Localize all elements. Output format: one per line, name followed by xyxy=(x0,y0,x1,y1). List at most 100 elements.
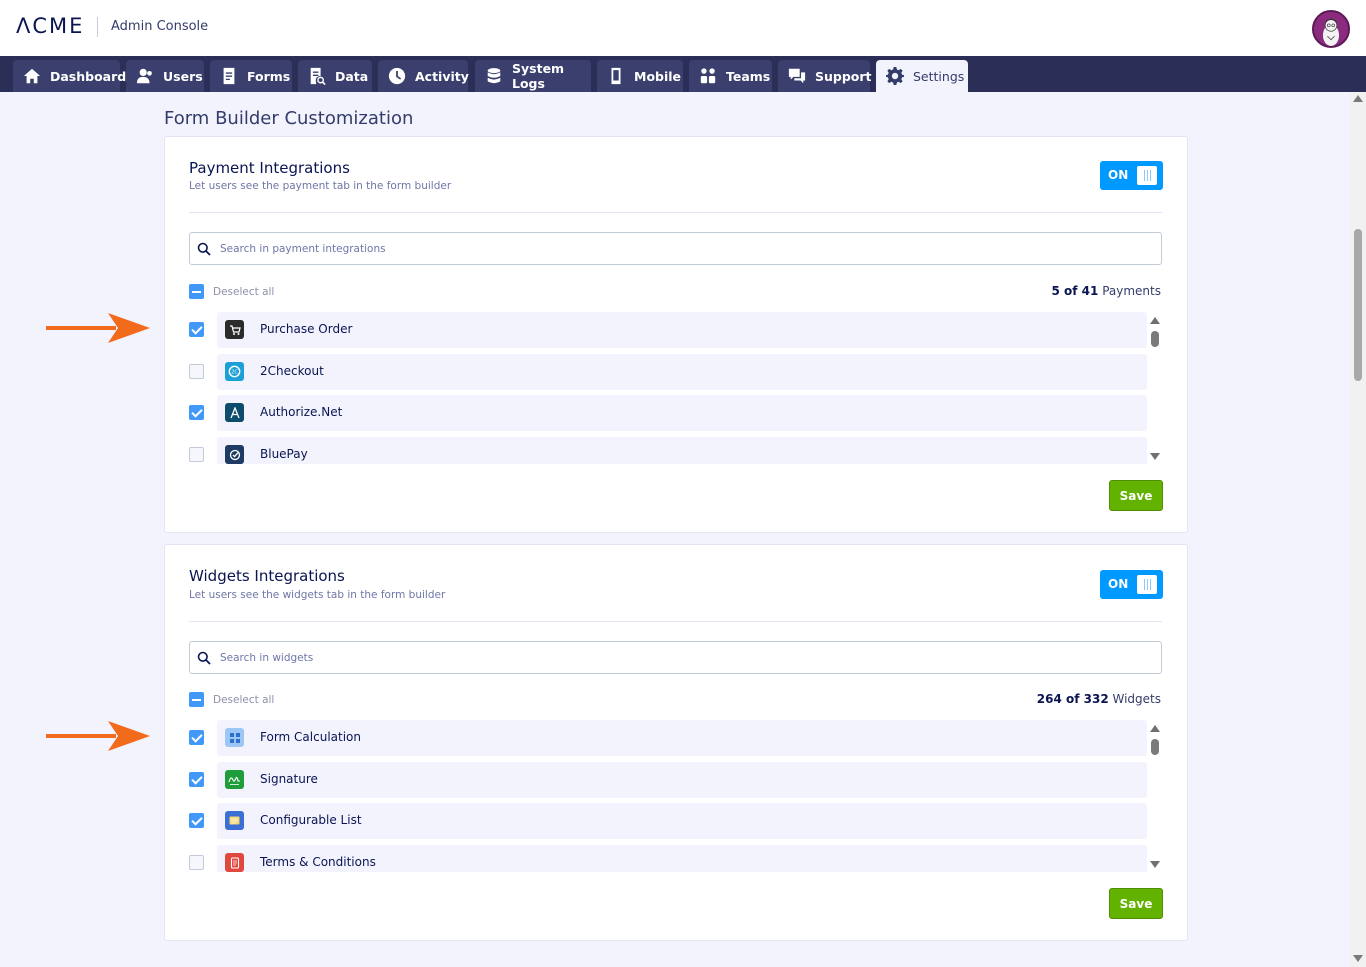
list-item-label: 2Checkout xyxy=(260,364,324,378)
toggle-knob xyxy=(1137,166,1157,185)
tab-users[interactable]: Users xyxy=(126,60,204,92)
list-item-label: BluePay xyxy=(260,447,308,461)
authorize-net-icon xyxy=(225,403,244,422)
item-checkbox[interactable] xyxy=(189,772,204,787)
header-divider xyxy=(97,17,98,37)
card-divider xyxy=(189,212,1162,213)
search-icon xyxy=(197,242,211,256)
list-scrollbar-thumb[interactable] xyxy=(1151,331,1159,347)
tab-settings[interactable]: Settings xyxy=(876,60,968,92)
support-icon xyxy=(788,67,806,85)
tab-forms[interactable]: Forms xyxy=(210,60,292,92)
item-checkbox[interactable] xyxy=(189,813,204,828)
toggle-label: ON xyxy=(1108,168,1129,182)
payment-count-suffix: Payments xyxy=(1098,284,1161,298)
tab-label: System Logs xyxy=(512,61,565,91)
tab-data[interactable]: Data xyxy=(298,60,372,92)
list-scroll-down-icon[interactable] xyxy=(1150,861,1160,868)
item-checkbox[interactable] xyxy=(189,447,204,462)
list-item-body[interactable]: 2C 2Checkout xyxy=(217,354,1147,390)
2checkout-icon: 2C xyxy=(225,362,244,381)
tab-system-logs[interactable]: System Logs xyxy=(475,60,591,92)
tab-label: Data xyxy=(335,68,369,84)
tab-label: Mobile xyxy=(634,68,682,84)
page-scrollbar[interactable] xyxy=(1350,92,1366,967)
list-scroll-up-icon[interactable] xyxy=(1150,725,1160,732)
list-item-label: Authorize.Net xyxy=(260,405,343,419)
terms-icon xyxy=(225,853,244,872)
list-item[interactable]: Signature xyxy=(189,762,1147,798)
payment-integrations-toggle[interactable]: ON xyxy=(1100,161,1163,190)
tab-label: Support xyxy=(815,68,872,84)
widgets-search-input[interactable] xyxy=(220,648,1120,668)
widgets-integrations-card: Widgets Integrations Let users see the w… xyxy=(164,544,1188,941)
tab-mobile[interactable]: Mobile xyxy=(597,60,683,92)
payment-save-button[interactable]: Save xyxy=(1109,480,1163,511)
gear-icon xyxy=(886,67,904,85)
list-item-label: Form Calculation xyxy=(260,730,361,744)
acme-logo[interactable]: ΛCME xyxy=(16,14,84,38)
payment-integrations-subtitle: Let users see the payment tab in the for… xyxy=(189,180,452,192)
item-checkbox[interactable] xyxy=(189,855,204,870)
database-icon xyxy=(485,67,503,85)
widgets-integrations-title: Widgets Integrations xyxy=(189,567,345,585)
tab-support[interactable]: Support xyxy=(778,60,872,92)
list-scrollbar-thumb[interactable] xyxy=(1151,739,1159,755)
card-divider xyxy=(189,621,1162,622)
widgets-save-button[interactable]: Save xyxy=(1109,888,1163,919)
list-item[interactable]: Configurable List xyxy=(189,803,1147,839)
search-icon xyxy=(197,651,211,665)
list-item-body[interactable]: Configurable List xyxy=(217,803,1147,839)
list-item[interactable]: Terms & Conditions xyxy=(189,845,1147,872)
list-item-label: Terms & Conditions xyxy=(260,855,376,869)
list-item-body[interactable]: Authorize.Net xyxy=(217,395,1147,431)
scroll-up-arrow-icon[interactable] xyxy=(1353,95,1363,102)
annotation-arrow-icon xyxy=(46,313,150,343)
list-item[interactable]: Purchase Order xyxy=(189,312,1147,348)
list-item[interactable]: BluePay xyxy=(189,437,1147,464)
mobile-icon xyxy=(607,67,625,85)
teams-icon xyxy=(699,67,717,85)
list-item-body[interactable]: BluePay xyxy=(217,437,1147,464)
payment-integrations-title: Payment Integrations xyxy=(189,159,350,177)
list-item-body[interactable]: Purchase Order xyxy=(217,312,1147,348)
annotation-arrow-icon xyxy=(46,721,150,751)
svg-text:2C: 2C xyxy=(231,369,238,375)
payment-search-box xyxy=(189,232,1162,265)
minus-checkbox-icon[interactable] xyxy=(189,284,204,299)
list-item-label: Purchase Order xyxy=(260,322,353,336)
list-item-body[interactable]: Terms & Conditions xyxy=(217,845,1147,872)
avatar-portrait-icon xyxy=(1314,12,1348,46)
widgets-count-value: 264 of 332 xyxy=(1036,692,1109,706)
widgets-deselect-all[interactable]: Deselect all xyxy=(189,692,274,707)
toggle-knob xyxy=(1137,575,1157,594)
payment-search-input[interactable] xyxy=(220,239,1120,259)
item-checkbox[interactable] xyxy=(189,730,204,745)
list-item-label: Configurable List xyxy=(260,813,362,827)
page-scrollbar-thumb[interactable] xyxy=(1354,229,1362,381)
widgets-search-box xyxy=(189,641,1162,674)
list-item[interactable]: 2C 2Checkout xyxy=(189,354,1147,390)
tab-teams[interactable]: Teams xyxy=(689,60,772,92)
minus-checkbox-icon[interactable] xyxy=(189,692,204,707)
top-header: ΛCME Admin Console xyxy=(0,0,1366,56)
users-icon xyxy=(136,67,154,85)
list-scroll-up-icon[interactable] xyxy=(1150,317,1160,324)
list-item-body[interactable]: Signature xyxy=(217,762,1147,798)
item-checkbox[interactable] xyxy=(189,322,204,337)
avatar[interactable] xyxy=(1312,10,1350,48)
list-icon xyxy=(225,811,244,830)
payment-deselect-all[interactable]: Deselect all xyxy=(189,284,274,299)
list-item[interactable]: Authorize.Net xyxy=(189,395,1147,431)
list-item-body[interactable]: Form Calculation xyxy=(217,720,1147,756)
widgets-integrations-toggle[interactable]: ON xyxy=(1100,570,1163,599)
list-item[interactable]: Form Calculation xyxy=(189,720,1147,756)
item-checkbox[interactable] xyxy=(189,405,204,420)
scroll-down-arrow-icon[interactable] xyxy=(1353,955,1363,962)
tab-label: Forms xyxy=(247,68,291,84)
tab-activity[interactable]: Activity xyxy=(378,60,469,92)
tab-dashboard[interactable]: Dashboard xyxy=(13,60,126,92)
list-scroll-down-icon[interactable] xyxy=(1150,453,1160,460)
cart-icon xyxy=(225,320,244,339)
item-checkbox[interactable] xyxy=(189,364,204,379)
